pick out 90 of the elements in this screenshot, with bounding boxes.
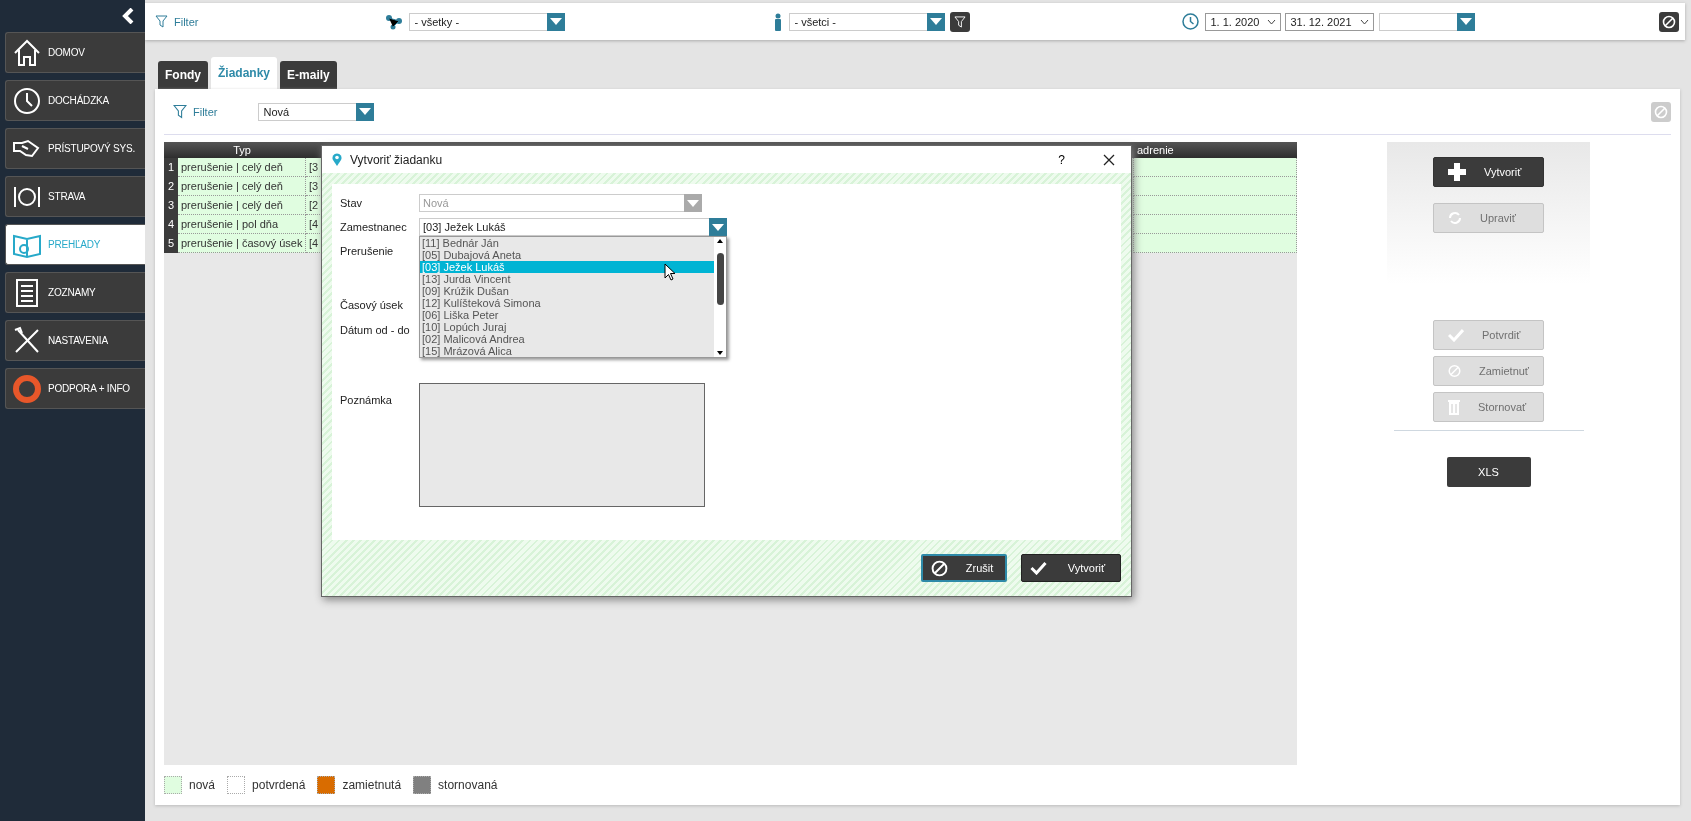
- caret-down-icon: [359, 108, 372, 115]
- dropdown-option[interactable]: [05] Dubajová Aneta: [420, 249, 714, 261]
- table-cell: prerušenie | časový úsek: [178, 234, 306, 253]
- dropdown-option[interactable]: [02] Malicová Andrea: [420, 333, 714, 345]
- prohibited-icon: [1654, 104, 1668, 119]
- column-header: adrenie: [1136, 143, 1175, 158]
- mouse-cursor-icon: [664, 263, 676, 281]
- legend-label: nová: [189, 778, 216, 792]
- help-button[interactable]: ?: [1058, 152, 1065, 167]
- nav-item[interactable]: NASTAVENIA: [5, 320, 145, 361]
- row-number: 5: [164, 234, 178, 253]
- filter-label: Filter: [174, 15, 199, 28]
- chevron-down-icon: [1359, 18, 1369, 25]
- column-header: Typ: [232, 143, 252, 158]
- chevron-left-icon[interactable]: [121, 8, 135, 24]
- scrollbar[interactable]: [714, 237, 726, 357]
- filter-icon: [155, 15, 168, 28]
- field-label: Dátum od - do: [340, 323, 411, 338]
- filter-icon: [954, 15, 967, 28]
- caret-down-icon: [550, 18, 563, 25]
- lifebuoy-icon: [12, 373, 42, 404]
- field-label: Poznámka: [340, 393, 393, 408]
- group-select[interactable]: - všetky -: [409, 12, 566, 31]
- checkmark-icon: [1448, 328, 1464, 342]
- field-label: Stav: [340, 196, 363, 211]
- prohibited-icon: [1448, 363, 1461, 379]
- table-cell: prerušenie | celý deň: [178, 158, 306, 177]
- row-number: 2: [164, 177, 178, 196]
- filter-icon: [173, 104, 187, 119]
- row-number: 4: [164, 215, 178, 234]
- legend-label: zamietnutá: [342, 778, 402, 792]
- tab[interactable]: Žiadanky: [211, 57, 278, 89]
- clock-icon: [1182, 13, 1200, 30]
- row-number: 1: [164, 158, 178, 177]
- caret-down-icon: [1459, 18, 1472, 25]
- xls-button[interactable]: XLS: [1446, 457, 1531, 487]
- checkmark-icon: [1030, 561, 1047, 575]
- filter-button[interactable]: [950, 11, 971, 32]
- dropdown-option[interactable]: [15] Mrázová Alica: [420, 345, 714, 357]
- field-label: Časový úsek: [340, 298, 404, 313]
- field-label: Prerušenie: [340, 244, 395, 259]
- scroll-up-icon: [717, 239, 723, 243]
- dropdown-option[interactable]: [10] Lopúch Juraj: [420, 321, 714, 333]
- legend-label: stornovaná: [438, 778, 498, 792]
- nav-item[interactable]: ZOZNAMY: [5, 272, 145, 313]
- person-select[interactable]: - všetci -: [789, 12, 946, 31]
- dropdown-option[interactable]: [06] Liška Peter: [420, 309, 714, 321]
- person-icon: [774, 12, 783, 31]
- prohibited-icon: [931, 559, 948, 577]
- close-icon[interactable]: [1103, 153, 1115, 166]
- caret-down-icon: [687, 199, 699, 207]
- field-label: Zamestnanec: [340, 220, 408, 235]
- pin-icon: [332, 153, 342, 166]
- dropdown-option[interactable]: [13] Jurda Vincent: [420, 273, 714, 285]
- status-select[interactable]: Nová: [258, 102, 375, 121]
- nav-item[interactable]: DOMOV: [5, 32, 145, 73]
- dropdown-option[interactable]: [12] Kulíšteková Simona: [420, 297, 714, 309]
- nav-item[interactable]: PODPORA + INFO: [5, 368, 145, 409]
- clock-icon: [12, 85, 42, 116]
- legend-label: potvrdená: [252, 778, 306, 792]
- house-icon: [12, 37, 42, 68]
- row-number: 3: [164, 196, 178, 215]
- nav-item[interactable]: PRÍSTUPOVÝ SYS.: [5, 128, 145, 169]
- chevron-down-icon: [1267, 18, 1277, 25]
- date-from-field[interactable]: 1. 1. 2020: [1205, 12, 1282, 31]
- table-cell: prerušenie | celý deň: [178, 177, 306, 196]
- caret-down-icon: [930, 18, 943, 25]
- tab[interactable]: Fondy: [158, 61, 208, 89]
- dialog-title: Vytvoriť žiadanku: [350, 152, 443, 167]
- table-cell: prerušenie | pol dňa: [178, 215, 306, 234]
- nodes-icon: [385, 13, 404, 30]
- trash-icon: [1448, 399, 1460, 415]
- table-cell: prerušenie | celý deň: [178, 196, 306, 215]
- date-to-field[interactable]: 31. 12. 2021: [1285, 12, 1374, 31]
- plus-icon: [1448, 163, 1466, 181]
- block-button[interactable]: [1659, 11, 1679, 32]
- cancel-button[interactable]: Zrušit: [921, 554, 1007, 582]
- dropdown-option[interactable]: [11] Bednár Ján: [420, 237, 714, 249]
- scroll-down-icon: [717, 351, 723, 355]
- nav-item[interactable]: DOCHÁDZKA: [5, 80, 145, 121]
- create-button[interactable]: Vytvoriť: [1433, 157, 1544, 187]
- filter-label: Filter: [193, 105, 218, 118]
- prohibited-icon: [1662, 14, 1676, 29]
- note-field[interactable]: [419, 383, 705, 507]
- create-button[interactable]: Vytvoriť: [1021, 554, 1121, 582]
- refresh-icon: [1448, 211, 1462, 225]
- empty-select[interactable]: [1378, 12, 1475, 31]
- dropdown-option[interactable]: [09] Krúžik Dušan: [420, 285, 714, 297]
- tab[interactable]: E-maily: [280, 61, 337, 89]
- nav-item[interactable]: STRAVA: [5, 176, 145, 217]
